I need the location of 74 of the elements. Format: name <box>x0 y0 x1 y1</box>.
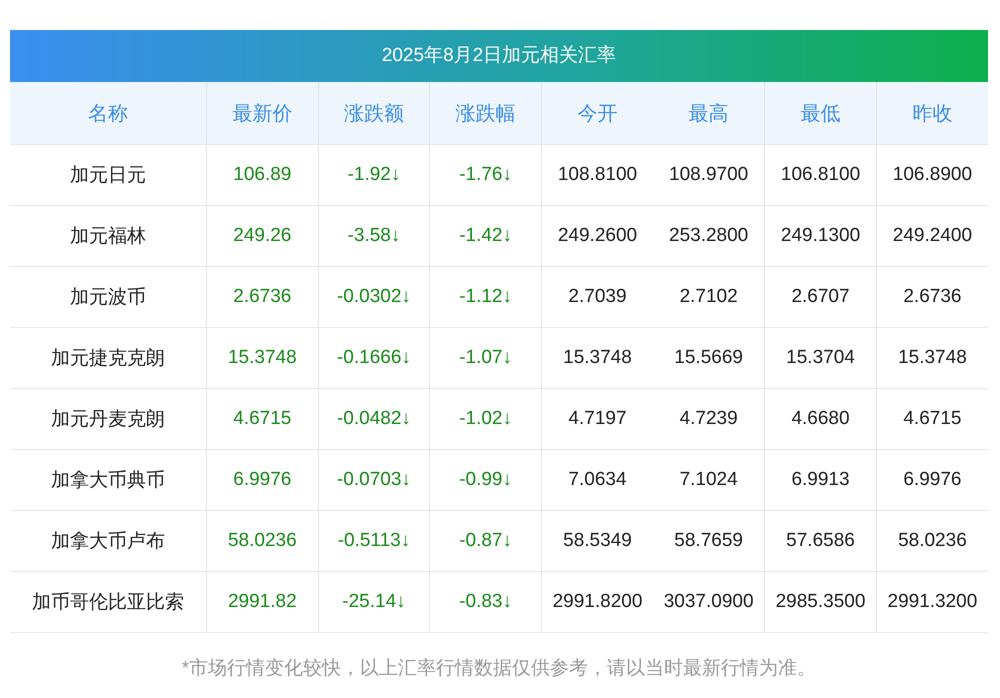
column-header: 今开 <box>541 82 654 144</box>
table-cell: 15.3748 <box>541 328 654 388</box>
table-cell: -1.42↓ <box>430 206 542 266</box>
table-cell: 249.1300 <box>764 206 876 266</box>
table-cell: 加元丹麦克朗 <box>10 388 206 450</box>
table-cell: 2991.82 <box>206 572 318 632</box>
table-cell: 15.3748 <box>876 328 988 388</box>
table-cell: 2.6736 <box>206 266 318 328</box>
table-cell: 57.6586 <box>764 510 876 572</box>
table-cell: -3.58↓ <box>318 206 430 266</box>
table-cell: 58.7659 <box>653 510 765 572</box>
column-header: 最高 <box>653 82 765 144</box>
table-cell: 4.6715 <box>206 388 318 450</box>
table-cell: 4.7239 <box>653 388 765 450</box>
table-cell: 106.8100 <box>764 144 876 206</box>
table-cell: 加元波币 <box>10 266 206 328</box>
column-header: 涨跌幅 <box>430 82 542 144</box>
table-cell: 106.8900 <box>876 144 988 206</box>
table-cell: 2985.3500 <box>764 572 876 632</box>
column-header: 最新价 <box>206 82 318 144</box>
table-cell: 108.9700 <box>653 144 765 206</box>
table-cell: 249.26 <box>206 206 318 266</box>
table-cell: 6.9976 <box>206 450 318 510</box>
disclaimer-text: *市场行情变化较快，以上汇率行情数据仅供参考，请以当时最新行情为准。 <box>180 657 818 681</box>
table-cell: 6.9976 <box>876 450 988 510</box>
table-title: 2025年8月2日加元相关汇率 <box>10 30 988 82</box>
table-cell: 2991.3200 <box>876 572 988 632</box>
table-cell: -1.12↓ <box>430 266 542 328</box>
table-cell: 7.0634 <box>541 450 654 510</box>
column-header: 昨收 <box>876 82 988 144</box>
column-header: 名称 <box>10 82 206 144</box>
table-cell: -25.14↓ <box>318 572 430 632</box>
table-cell: 15.3748 <box>206 328 318 388</box>
table-cell: 58.5349 <box>541 510 654 572</box>
table-cell: 4.6680 <box>764 388 876 450</box>
table-cell: -0.0482↓ <box>318 388 430 450</box>
column-header: 涨跌额 <box>318 82 430 144</box>
table-cell: -0.0302↓ <box>318 266 430 328</box>
table-cell: 加元福林 <box>10 206 206 266</box>
table-cell: -1.76↓ <box>430 144 542 206</box>
table-cell: -0.5113↓ <box>318 510 430 572</box>
table-cell: 2.7102 <box>653 266 765 328</box>
table-cell: 2991.8200 <box>541 572 654 632</box>
table-cell: 4.7197 <box>541 388 654 450</box>
table-cell: 253.2800 <box>653 206 765 266</box>
table-cell: 249.2400 <box>876 206 988 266</box>
table-cell: -1.07↓ <box>430 328 542 388</box>
table-cell: 15.5669 <box>653 328 765 388</box>
table-cell: 2.6736 <box>876 266 988 328</box>
table-cell: 108.8100 <box>541 144 654 206</box>
table-cell: -0.1666↓ <box>318 328 430 388</box>
table-cell: 加元日元 <box>10 144 206 206</box>
table-cell: 106.89 <box>206 144 318 206</box>
table-cell: 加拿大币典币 <box>10 450 206 510</box>
table-cell: 15.3704 <box>764 328 876 388</box>
table-cell: 7.1024 <box>653 450 765 510</box>
table-cell: 3037.0900 <box>653 572 765 632</box>
table-cell: -0.0703↓ <box>318 450 430 510</box>
table-cell: -0.99↓ <box>430 450 542 510</box>
table-cell: 加币哥伦比亚比索 <box>10 572 206 632</box>
table-cell: -0.87↓ <box>430 510 542 572</box>
table-cell: -0.83↓ <box>430 572 542 632</box>
table-cell: 2.6707 <box>764 266 876 328</box>
table-cell: -1.92↓ <box>318 144 430 206</box>
table-cell: 6.9913 <box>764 450 876 510</box>
table-cell: 4.6715 <box>876 388 988 450</box>
column-header: 最低 <box>764 82 876 144</box>
table-cell: -1.02↓ <box>430 388 542 450</box>
table-cell: 58.0236 <box>206 510 318 572</box>
table-cell: 249.2600 <box>541 206 654 266</box>
table-cell: 58.0236 <box>876 510 988 572</box>
table-cell: 加元捷克克朗 <box>10 328 206 388</box>
table-cell: 2.7039 <box>541 266 654 328</box>
table-cell: 加拿大币卢布 <box>10 510 206 572</box>
